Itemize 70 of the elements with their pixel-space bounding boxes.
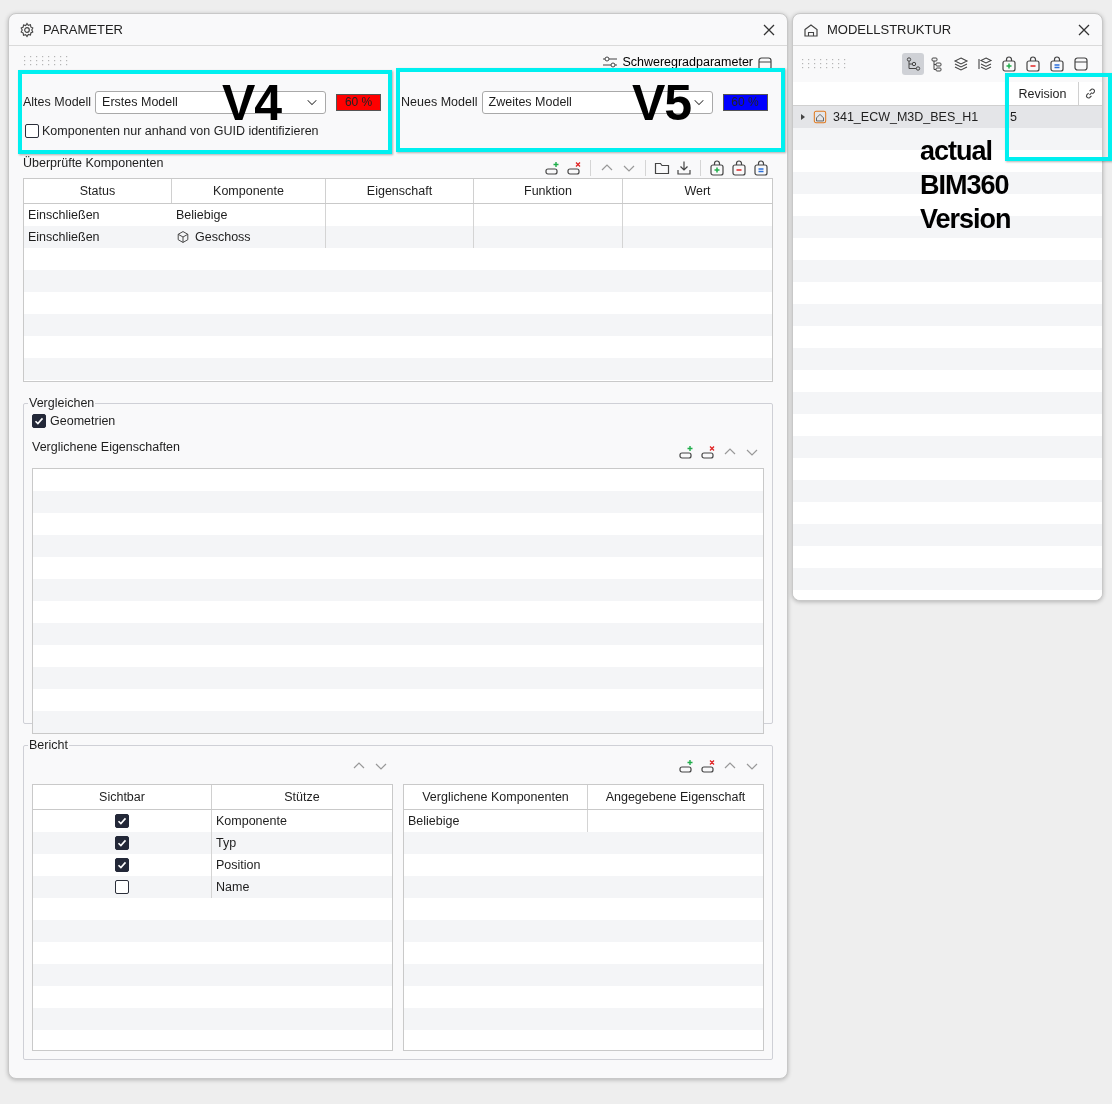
table-cell: Beliebige <box>176 208 228 222</box>
tree-list-icon <box>929 56 945 72</box>
tool-button[interactable] <box>902 53 924 75</box>
guid-checkbox[interactable] <box>25 124 39 138</box>
column-header[interactable]: Wert <box>623 179 772 203</box>
visibility-checkbox[interactable] <box>115 858 129 872</box>
visibility-checkbox[interactable] <box>115 836 129 850</box>
table-cell: Beliebige <box>408 814 460 828</box>
bag-equals-icon[interactable] <box>753 160 769 176</box>
link-icon[interactable] <box>1083 86 1098 101</box>
visibility-checkbox[interactable] <box>115 880 129 894</box>
grip-icon[interactable] <box>801 59 847 69</box>
remove-row-icon[interactable] <box>566 160 582 176</box>
column-header[interactable]: Verglichene Komponenten <box>404 785 588 809</box>
section-title: Verglichene Eigenschaften <box>32 440 181 454</box>
expand-arrow-icon[interactable] <box>799 113 807 121</box>
severity-parameters-button[interactable]: Schweregradparameter <box>602 54 753 70</box>
panel-icon <box>1073 56 1089 72</box>
table-cell: Einschließen <box>28 208 100 222</box>
column-header[interactable]: Stütze <box>212 785 392 809</box>
layers-tree-icon <box>977 56 993 72</box>
visibility-checkbox[interactable] <box>115 814 129 828</box>
checkbox-label: Komponenten nur anhand von GUID identifizieren <box>42 124 319 138</box>
bag-minus-icon[interactable] <box>731 160 747 176</box>
settings-icon <box>19 21 35 38</box>
table-cell: Name <box>216 880 250 894</box>
bag-plus-icon[interactable] <box>709 160 725 176</box>
bag-minus-icon <box>1025 56 1041 72</box>
revision-cell-text: 5 <box>1009 109 1018 126</box>
annotation-text: actual BIM360 Version <box>920 135 1012 236</box>
tree-item-label: 341_ECW_M3D_BES_H1 <box>833 110 979 124</box>
remove-row-icon[interactable] <box>700 444 716 460</box>
table-cell: Einschließen <box>28 230 100 244</box>
column-header[interactable]: Eigenschaft <box>326 179 474 203</box>
table-cell: Typ <box>216 836 237 850</box>
model-label: Neues Modell <box>401 95 478 109</box>
column-header[interactable]: Sichtbar <box>33 785 212 809</box>
column-header[interactable]: Revision <box>1006 82 1078 105</box>
percent-badge: 60 % <box>722 93 768 111</box>
window-title: MODELLSTRUKTUR <box>827 22 953 37</box>
group-title: Vergleichen <box>28 396 96 410</box>
model-label: Altes Modell <box>23 95 92 109</box>
bag-plus-icon <box>1001 56 1017 72</box>
add-row-icon[interactable] <box>544 160 560 176</box>
column-header[interactable]: Funktion <box>474 179 623 203</box>
table-cell: Geschoss <box>195 230 251 244</box>
grip-icon[interactable] <box>23 56 69 66</box>
remove-row-icon[interactable] <box>700 758 716 774</box>
model-icon <box>813 110 827 124</box>
bag-equals-icon <box>1049 56 1065 72</box>
sliders-icon <box>602 54 619 70</box>
tree-row[interactable]: 341_ECW_M3D_BES_H1 5 <box>793 106 1102 128</box>
add-row-icon[interactable] <box>678 758 694 774</box>
group-title: Bericht <box>28 738 69 752</box>
section-title: Überprüfte Komponenten <box>23 156 164 170</box>
cube-icon <box>176 230 190 244</box>
column-header[interactable]: Status <box>24 179 172 203</box>
column-header[interactable]: Komponente <box>172 179 326 203</box>
column-header[interactable]: Angegebene Eigenschaft <box>588 785 763 809</box>
percent-badge: 60 % <box>336 93 382 111</box>
add-row-icon[interactable] <box>678 444 694 460</box>
layers-icon <box>953 56 969 72</box>
tree-icon <box>905 56 921 72</box>
geometry-checkbox[interactable] <box>32 414 46 428</box>
window-title: PARAMETER <box>43 22 124 37</box>
checkbox-label: Geometrien <box>50 414 116 428</box>
table-cell: Komponente <box>216 814 287 828</box>
folder-icon[interactable] <box>654 160 670 176</box>
table-cell: Position <box>216 858 261 872</box>
download-icon[interactable] <box>676 160 692 176</box>
